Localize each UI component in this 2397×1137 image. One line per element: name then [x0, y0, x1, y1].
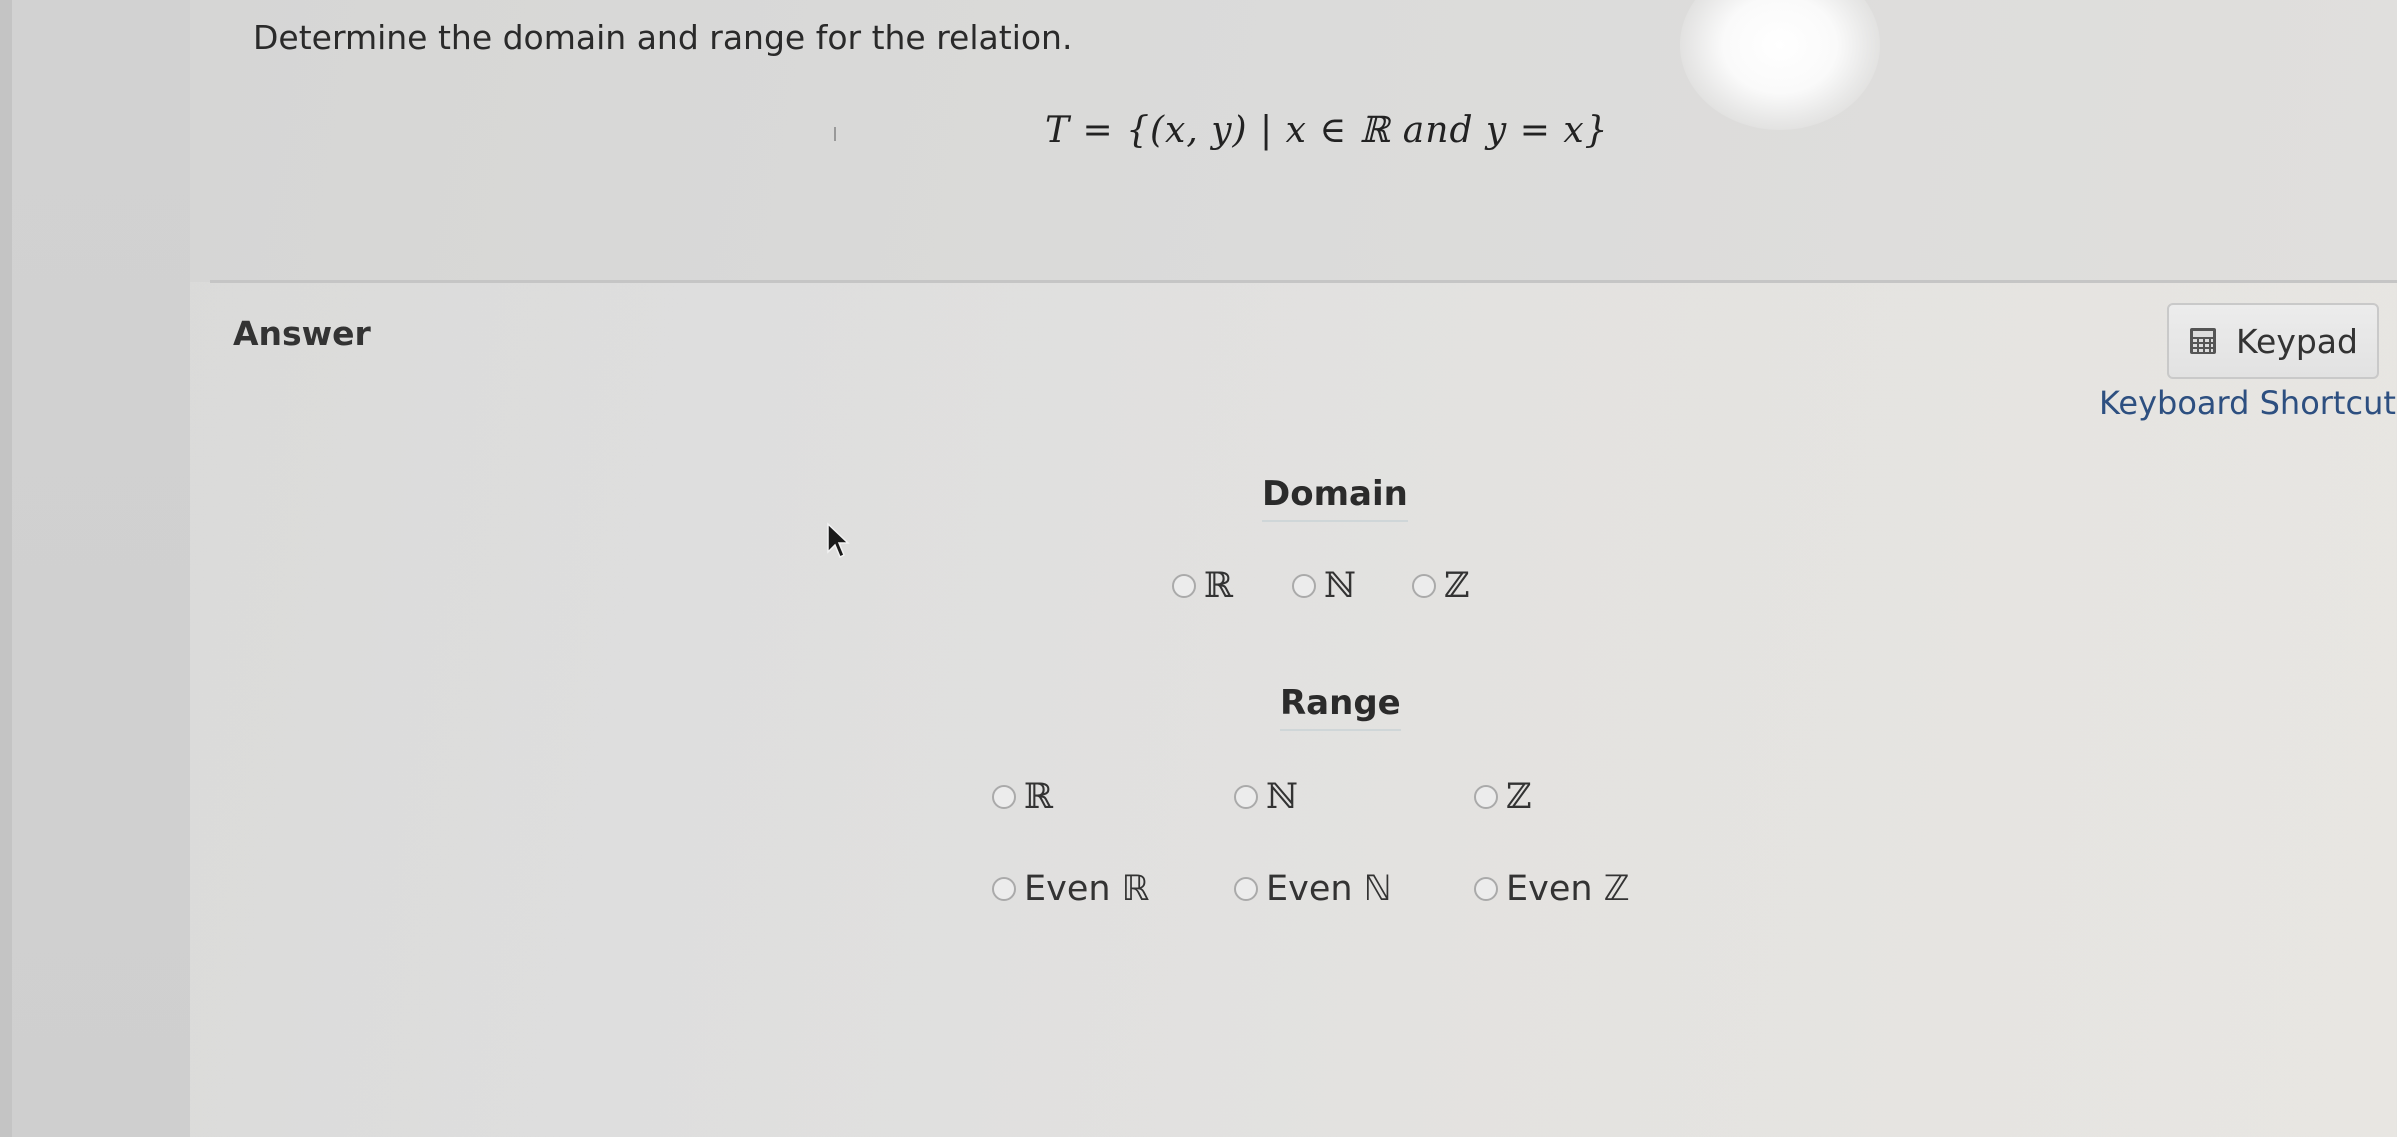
- radio-button[interactable]: [1172, 574, 1196, 598]
- radio-button[interactable]: [1474, 877, 1498, 901]
- range-heading: Range: [1280, 683, 1401, 731]
- relation-formula: T = {(x, y) | x ∈ ℝ and y = x}: [1045, 110, 1609, 151]
- range-option-even-integers[interactable]: Even ℤ: [1474, 869, 1630, 909]
- left-gutter: [0, 0, 190, 1137]
- domain-option-naturals[interactable]: ℕ: [1292, 566, 1356, 606]
- domain-option-integers[interactable]: ℤ: [1412, 566, 1470, 606]
- radio-button[interactable]: [1234, 877, 1258, 901]
- answer-label: Answer: [233, 314, 371, 353]
- question-page: Determine the domain and range for the r…: [190, 0, 2397, 1137]
- option-label: ℤ: [1444, 566, 1470, 606]
- option-label: ℕ: [1324, 566, 1356, 606]
- option-label: ℤ: [1506, 777, 1532, 817]
- option-label: ℝ: [1204, 566, 1234, 606]
- option-label: Even ℕ: [1266, 869, 1392, 909]
- section-divider: [210, 280, 2397, 283]
- question-prompt: Determine the domain and range for the r…: [253, 18, 1073, 57]
- radio-button[interactable]: [992, 785, 1016, 809]
- radio-button[interactable]: [1474, 785, 1498, 809]
- keypad-button[interactable]: Keypad: [2167, 303, 2379, 379]
- question-area: Determine the domain and range for the r…: [190, 0, 2397, 282]
- domain-heading: Domain: [1262, 474, 1408, 522]
- radio-button[interactable]: [1234, 785, 1258, 809]
- range-option-integers[interactable]: ℤ: [1474, 777, 1532, 817]
- left-gutter-edge: [0, 0, 12, 1137]
- domain-option-reals[interactable]: ℝ: [1172, 566, 1233, 606]
- mouse-cursor-icon: [827, 522, 850, 559]
- range-option-even-naturals[interactable]: Even ℕ: [1234, 869, 1392, 909]
- range-option-even-reals[interactable]: Even ℝ: [992, 869, 1149, 909]
- radio-button[interactable]: [992, 877, 1016, 901]
- screen-glare: [1680, 0, 1880, 130]
- option-label: ℝ: [1024, 777, 1054, 817]
- stray-mark: [834, 127, 836, 141]
- range-option-reals[interactable]: ℝ: [992, 777, 1053, 817]
- option-label: Even ℤ: [1506, 869, 1630, 909]
- range-option-naturals[interactable]: ℕ: [1234, 777, 1298, 817]
- radio-button[interactable]: [1412, 574, 1436, 598]
- calculator-icon: [2190, 328, 2217, 354]
- radio-button[interactable]: [1292, 574, 1316, 598]
- keyboard-shortcuts-link[interactable]: Keyboard Shortcuts: [2099, 384, 2397, 422]
- option-label: Even ℝ: [1024, 869, 1150, 909]
- option-label: ℕ: [1266, 777, 1298, 817]
- keypad-label: Keypad: [2236, 321, 2358, 361]
